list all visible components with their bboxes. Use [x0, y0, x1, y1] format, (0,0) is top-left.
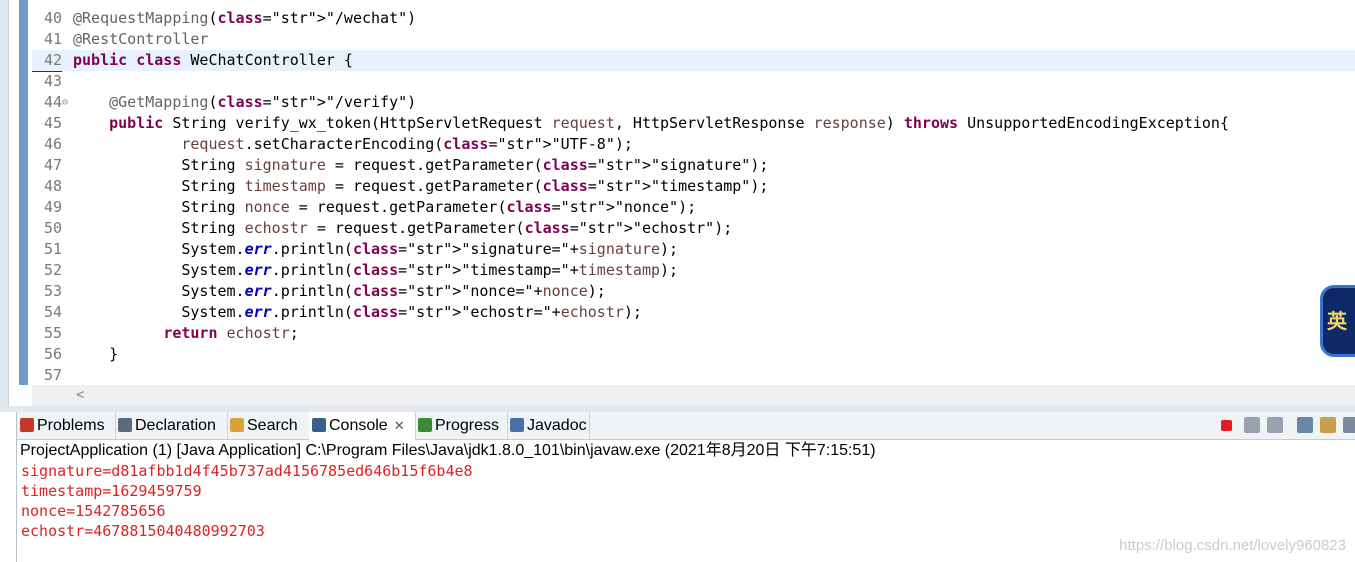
code-text: String echostr = request.getParameter(cl… — [73, 219, 733, 237]
tab-problems[interactable]: Problems — [17, 412, 116, 439]
ime-language-badge[interactable]: 英 — [1320, 285, 1355, 357]
console-output-line: nonce=1542785656 — [21, 502, 166, 520]
code-line-49[interactable]: 49 String nonce = request.getParameter(c… — [32, 197, 1355, 218]
code-line-51[interactable]: 51 System.err.println(class="str">"signa… — [32, 239, 1355, 260]
fold-toggle-icon[interactable]: ⊖ — [62, 92, 68, 113]
code-text: public String verify_wx_token(HttpServle… — [109, 114, 1229, 132]
scroll-left-arrow-icon[interactable]: < — [76, 385, 84, 406]
code-text: System.err.println(class="str">"signatur… — [73, 240, 679, 258]
tab-console[interactable]: Console ✕ — [309, 412, 416, 440]
watermark: https://blog.csdn.net/lovely960823 — [1119, 537, 1346, 554]
code-line-42[interactable]: 42 public class WeChatController { — [32, 50, 1355, 72]
code-text: @RestController — [73, 30, 209, 48]
code-text: public class WeChatController { — [73, 51, 353, 69]
code-line-57[interactable]: 57 — [32, 365, 1355, 386]
view-tab-bar: Problems Declaration Search Console ✕ Progres… — [17, 412, 1355, 440]
code-text: String timestamp = request.getParameter(… — [73, 177, 769, 195]
progress-icon — [418, 418, 432, 432]
tab-search[interactable]: Search — [227, 412, 310, 439]
line-number: 53 — [43, 282, 62, 300]
problems-icon — [20, 418, 34, 432]
console-view: Problems Declaration Search Console ✕ Progres… — [16, 412, 1355, 562]
tab-label: Console — [329, 417, 388, 434]
close-icon[interactable]: ✕ — [394, 418, 405, 433]
editor-left-border — [0, 0, 9, 406]
line-number: 41 — [43, 30, 62, 48]
clear-console-button[interactable] — [1297, 417, 1313, 433]
line-number: 55 — [43, 324, 62, 342]
search-icon — [230, 418, 244, 432]
code-line-48[interactable]: 48 String timestamp = request.getParamet… — [32, 176, 1355, 197]
tab-javadoc[interactable]: Javadoc — [507, 412, 590, 439]
code-line-52[interactable]: 52 System.err.println(class="str">"times… — [32, 260, 1355, 281]
code-text: } — [73, 345, 119, 363]
code-line-44[interactable]: 44 ⊖ @GetMapping(class="str">"/verify") — [32, 92, 1355, 113]
code-text: System.err.println(class="str">"nonce="+… — [73, 282, 606, 300]
tab-label: Search — [247, 417, 298, 434]
tab-label: Progress — [435, 417, 500, 434]
code-line-50[interactable]: 50 String echostr = request.getParameter… — [32, 218, 1355, 239]
line-number: 48 — [43, 177, 62, 195]
tab-progress[interactable]: Progress — [415, 412, 508, 439]
console-output-line: timestamp=1629459759 — [21, 482, 202, 500]
code-line-46[interactable]: 46 request.setCharacterEncoding(class="s… — [32, 134, 1355, 155]
line-number: 45 — [43, 114, 62, 132]
tab-declaration[interactable]: Declaration — [115, 412, 228, 439]
quick-diff-ruler — [17, 0, 31, 385]
line-number: 40 — [43, 9, 62, 27]
code-line-41[interactable]: 41 @RestController — [32, 29, 1355, 50]
console-output-line: signature=d81afbb1d4f45b737ad4156785ed64… — [21, 462, 473, 480]
code-text: String signature = request.getParameter(… — [73, 156, 769, 174]
javadoc-icon — [510, 418, 524, 432]
declaration-icon — [118, 418, 132, 432]
code-text: @RequestMapping(class="str">"/wechat") — [73, 9, 417, 27]
terminate-button[interactable] — [1221, 420, 1232, 431]
code-text: System.err.println(class="str">"timestam… — [73, 261, 679, 279]
line-number: 56 — [43, 345, 62, 363]
line-number: 47 — [43, 156, 62, 174]
tab-label: Problems — [37, 417, 105, 434]
word-wrap-button[interactable] — [1343, 417, 1355, 433]
quick-diff-bar — [19, 0, 28, 385]
code-text: String nonce = request.getParameter(clas… — [73, 198, 697, 216]
line-number: 52 — [43, 261, 62, 279]
line-number: 57 — [43, 366, 62, 384]
code-text: @GetMapping(class="str">"/verify") — [109, 93, 417, 111]
code-line-54[interactable]: 54 System.err.println(class="str">"echos… — [32, 302, 1355, 323]
remove-launch-button[interactable] — [1244, 417, 1260, 433]
editor-lines[interactable]: 40 @RequestMapping(class="str">"/wechat")… — [32, 0, 1355, 385]
code-text: return echostr; — [163, 324, 299, 342]
line-number: 54 — [43, 303, 62, 321]
code-editor[interactable]: 40 @RequestMapping(class="str">"/wechat")… — [0, 0, 1355, 406]
line-number: 51 — [43, 240, 62, 258]
line-number: 44 — [43, 93, 62, 111]
code-text: request.setCharacterEncoding(class="str"… — [181, 135, 633, 153]
code-line-45[interactable]: 45 public String verify_wx_token(HttpSer… — [32, 113, 1355, 134]
console-icon — [312, 418, 326, 432]
code-line-47[interactable]: 47 String signature = request.getParamet… — [32, 155, 1355, 176]
line-number: 49 — [43, 198, 62, 216]
tab-label: Declaration — [135, 417, 216, 434]
tab-label: Javadoc — [527, 417, 587, 434]
code-text: System.err.println(class="str">"echostr=… — [73, 303, 642, 321]
code-line-53[interactable]: 53 System.err.println(class="str">"nonce… — [32, 281, 1355, 302]
code-line-55[interactable]: 55 return echostr; — [32, 323, 1355, 344]
line-number: 43 — [43, 72, 62, 90]
code-line-43[interactable]: 43 — [32, 71, 1355, 92]
console-output[interactable]: signature=d81afbb1d4f45b737ad4156785ed64… — [21, 461, 1351, 541]
line-number: 42 — [32, 50, 62, 72]
code-line-40[interactable]: 40 @RequestMapping(class="str">"/wechat") — [32, 8, 1355, 29]
line-number: 46 — [43, 135, 62, 153]
scroll-lock-button[interactable] — [1320, 417, 1336, 433]
console-process-header: ProjectApplication (1) [Java Application… — [20, 442, 876, 459]
line-number: 50 — [43, 219, 62, 237]
code-line-56[interactable]: 56 } — [32, 344, 1355, 365]
remove-all-terminated-button[interactable] — [1267, 417, 1283, 433]
editor-horizontal-scrollbar[interactable]: < — [32, 385, 1355, 406]
